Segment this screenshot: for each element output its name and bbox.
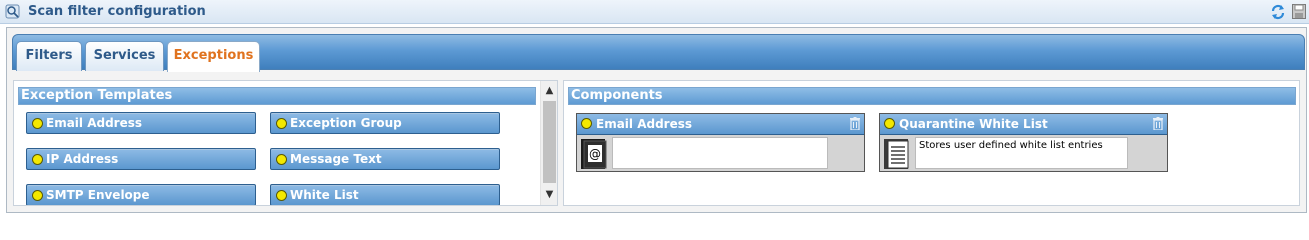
component-header: Email Address (577, 114, 864, 135)
status-dot-icon (581, 118, 592, 129)
templates-scrollbar[interactable]: ▲ ▼ (540, 81, 557, 205)
component-email-address[interactable]: Email Address @ (576, 113, 865, 172)
template-label: Exception Group (290, 116, 402, 130)
scroll-down-icon[interactable]: ▼ (541, 187, 557, 203)
template-label: Message Text (290, 152, 382, 166)
list-document-icon (884, 139, 909, 169)
template-email-address[interactable]: Email Address (26, 112, 256, 134)
template-label: SMTP Envelope (46, 188, 150, 202)
component-quarantine-white-list[interactable]: Quarantine White List Stores user define… (879, 113, 1168, 172)
component-header: Quarantine White List (880, 114, 1167, 135)
tab-exceptions[interactable]: Exceptions (167, 41, 260, 72)
scan-filter-icon (5, 4, 20, 19)
status-dot-icon (276, 190, 287, 201)
template-label: IP Address (46, 152, 119, 166)
components-header: Components (568, 87, 1296, 105)
template-white-list[interactable]: White List (270, 184, 500, 205)
component-title: Email Address (596, 117, 693, 131)
template-label: Email Address (46, 116, 143, 130)
template-smtp-envelope[interactable]: SMTP Envelope (26, 184, 256, 205)
scroll-up-icon[interactable]: ▲ (541, 83, 557, 99)
window-titlebar: Scan filter configuration (0, 0, 1309, 24)
refresh-icon[interactable] (1270, 4, 1286, 20)
template-label: White List (290, 188, 359, 202)
status-dot-icon (884, 118, 895, 129)
component-description: Stores user defined white list entries (915, 137, 1128, 169)
tab-services[interactable]: Services (85, 41, 164, 71)
tab-filters[interactable]: Filters (16, 41, 82, 71)
at-sign-icon: @ (581, 139, 607, 169)
template-exception-group[interactable]: Exception Group (270, 112, 500, 134)
status-dot-icon (276, 118, 287, 129)
status-dot-icon (32, 154, 43, 165)
window-title: Scan filter configuration (28, 4, 206, 19)
component-title: Quarantine White List (899, 117, 1048, 131)
template-ip-address[interactable]: IP Address (26, 148, 256, 170)
trash-icon[interactable] (850, 117, 860, 130)
save-icon[interactable] (1292, 4, 1306, 19)
tab-bar: Filters Services Exceptions (12, 34, 1305, 72)
exception-templates-header: Exception Templates (18, 87, 536, 105)
component-description (612, 137, 828, 169)
status-dot-icon (32, 190, 43, 201)
status-dot-icon (276, 154, 287, 165)
svg-text:@: @ (589, 147, 601, 161)
trash-icon[interactable] (1153, 117, 1163, 130)
scroll-thumb[interactable] (543, 101, 556, 183)
status-dot-icon (32, 118, 43, 129)
template-message-text[interactable]: Message Text (270, 148, 500, 170)
components-panel: Components Email Address @ Quarantine Wh… (563, 80, 1300, 206)
exception-templates-panel: Exception Templates Email Address Except… (13, 80, 558, 206)
